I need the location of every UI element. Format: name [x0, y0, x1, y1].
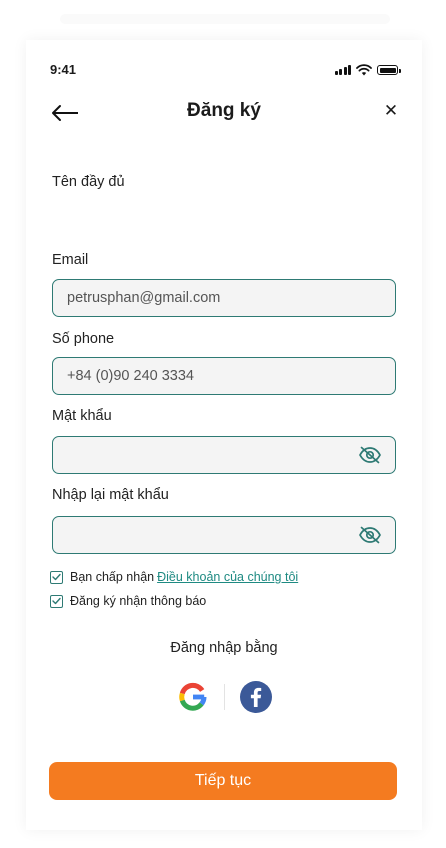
phone-value: +84 (0)90 240 3334	[67, 368, 194, 384]
wifi-icon	[356, 64, 372, 76]
close-icon[interactable]: ✕	[380, 98, 402, 124]
page-title: Đăng ký	[187, 100, 261, 121]
notifications-checkbox[interactable]	[50, 594, 63, 608]
terms-row: Bạn chấp nhận Điều khoản của chúng tôi	[50, 570, 298, 584]
terms-link[interactable]: Điều khoản của chúng tôi	[157, 570, 298, 584]
phone-field[interactable]: +84 (0)90 240 3334	[52, 357, 396, 395]
social-divider	[223, 684, 225, 710]
status-time: 9:41	[50, 62, 77, 77]
status-icons	[334, 62, 401, 78]
checkmark-icon	[52, 573, 61, 581]
facebook-icon[interactable]	[239, 681, 272, 713]
password-label: Mật khẩu	[52, 408, 112, 424]
google-icon[interactable]	[177, 681, 209, 713]
eye-slash-icon[interactable]	[358, 526, 382, 544]
notifications-label: Đăng ký nhận thông báo	[70, 594, 207, 608]
checkmark-icon	[52, 597, 61, 605]
email-field[interactable]: petrusphan@gmail.com	[52, 279, 396, 317]
cellular-signal-icon	[334, 65, 351, 75]
terms-checkbox[interactable]	[50, 570, 63, 584]
battery-icon	[377, 65, 401, 75]
phone-screen: 9:41 Đăng ký ✕ Tên đầy đủ Email petrusph…	[26, 40, 422, 830]
phone-label: Số phone	[52, 331, 115, 347]
eye-slash-icon[interactable]	[358, 446, 382, 464]
notifications-row: Đăng ký nhận thông báo	[50, 594, 206, 608]
background-card-edge	[60, 14, 390, 24]
status-bar: 9:41	[26, 58, 422, 82]
social-login-title: Đăng nhập bằng	[170, 640, 278, 656]
continue-button[interactable]: Tiếp tục	[49, 762, 397, 800]
confirm-password-field[interactable]	[52, 516, 396, 554]
password-field[interactable]	[52, 436, 396, 474]
email-label: Email	[52, 252, 89, 268]
confirm-password-label: Nhập lại mật khẩu	[52, 487, 169, 503]
terms-prefix: Bạn chấp nhận	[70, 570, 155, 584]
full-name-label: Tên đầy đủ	[52, 174, 125, 190]
email-value: petrusphan@gmail.com	[67, 290, 221, 306]
social-login-buttons	[26, 680, 422, 714]
nav-bar: Đăng ký ✕	[26, 96, 422, 130]
continue-button-label: Tiếp tục	[194, 772, 252, 789]
